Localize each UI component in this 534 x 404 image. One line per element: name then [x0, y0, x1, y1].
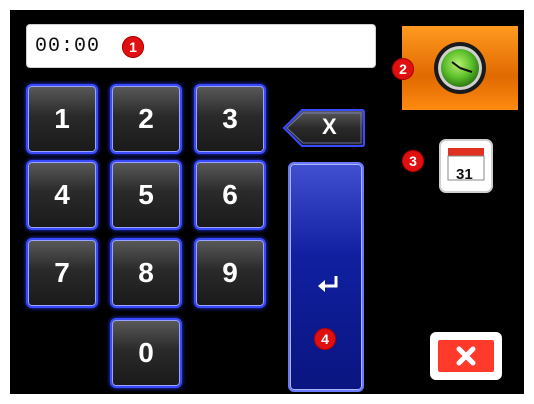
- key-0[interactable]: 0: [110, 318, 182, 388]
- time-input-value: 00:00: [35, 35, 101, 58]
- time-picker-screen: 00:00 1 1 2 3 4 5 6 7 8 9 0 X 4 2 3 31: [10, 10, 524, 394]
- backspace-button[interactable]: X: [282, 108, 366, 148]
- key-2[interactable]: 2: [110, 84, 182, 154]
- backspace-label: X: [322, 114, 337, 139]
- clock-icon: [432, 40, 488, 96]
- close-icon: [430, 332, 502, 380]
- key-9[interactable]: 9: [194, 238, 266, 308]
- callout-badge-3: 3: [402, 150, 424, 172]
- callout-badge-1: 1: [122, 36, 144, 58]
- key-1[interactable]: 1: [26, 84, 98, 154]
- key-4[interactable]: 4: [26, 160, 98, 230]
- calendar-day: 31: [456, 166, 473, 183]
- callout-badge-2: 2: [392, 58, 414, 80]
- calendar-button[interactable]: 31: [436, 136, 496, 196]
- enter-button[interactable]: 4: [288, 162, 364, 392]
- callout-badge-4: 4: [314, 328, 336, 350]
- key-7[interactable]: 7: [26, 238, 98, 308]
- key-3[interactable]: 3: [194, 84, 266, 154]
- clock-mode-button[interactable]: [402, 26, 518, 110]
- enter-arrow-icon: [316, 274, 340, 294]
- cancel-button[interactable]: [428, 330, 504, 382]
- key-5[interactable]: 5: [110, 160, 182, 230]
- time-input-field[interactable]: 00:00: [26, 24, 376, 68]
- key-6[interactable]: 6: [194, 160, 266, 230]
- key-8[interactable]: 8: [110, 238, 182, 308]
